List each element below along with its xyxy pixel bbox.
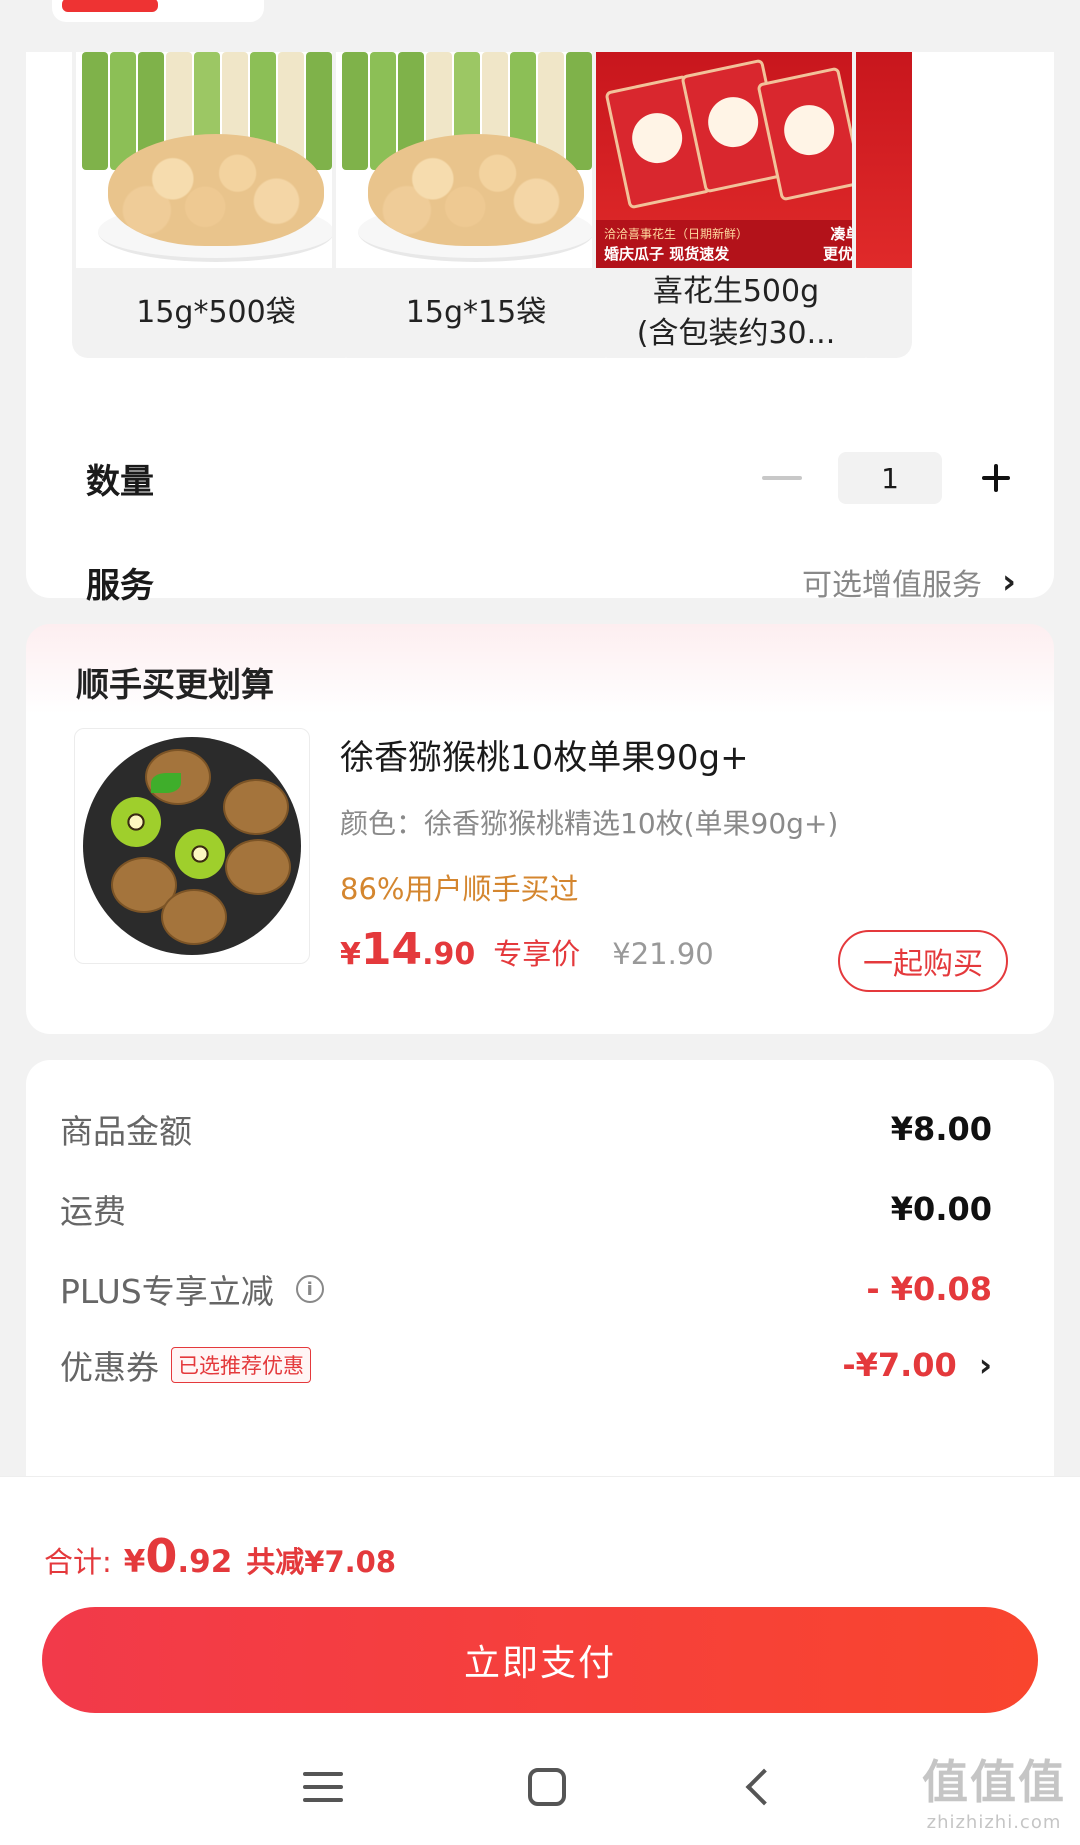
checkout-page: 15g*500袋 15g*15袋 洽洽喜事花生（日期新鲜） 婚庆瓜子 现货速发 … <box>0 0 1080 1845</box>
red-packs-image: 洽洽喜事花生（日期新鲜） 婚庆瓜子 现货速发 凑单 更优惠 <box>596 52 876 268</box>
service-value: 可选增值服务 <box>801 568 982 603</box>
coupon-row[interactable]: 优惠券 已选推荐优惠 -¥7.00 › <box>60 1340 992 1390</box>
goods-amount-row: 商品金额 ¥8.00 <box>60 1104 992 1154</box>
coupon-value: -¥7.00 <box>842 1346 957 1384</box>
quantity-value[interactable]: 1 <box>838 452 942 504</box>
store-logo <box>62 0 158 12</box>
sku-card: 15g*500袋 15g*15袋 洽洽喜事花生（日期新鲜） 婚庆瓜子 现货速发 … <box>26 52 1054 606</box>
back-icon[interactable] <box>745 1768 783 1806</box>
home-icon[interactable] <box>527 1768 566 1806</box>
checkout-bar: 合计: ¥ 0 .92 共减¥7.08 立即支付 值值值 zhizhizhi.c… <box>0 1476 1080 1845</box>
shipping-value: ¥0.00 <box>890 1190 992 1228</box>
store-badge <box>52 0 264 22</box>
total-symbol: ¥ <box>123 1544 146 1580</box>
price-int: 14 <box>360 924 423 975</box>
peanut-bags-image <box>336 52 616 268</box>
total-saved: 共减¥7.08 <box>246 1545 397 1579</box>
plus-discount-text: PLUS专享立减 <box>60 1272 274 1311</box>
recommend-title: 顺手买更划算 <box>76 665 274 704</box>
quantity-label: 数量 <box>86 461 154 502</box>
recommend-product-name[interactable]: 徐香猕猴桃10枚单果90g+ <box>340 730 749 779</box>
recent-apps-icon[interactable] <box>302 1772 343 1802</box>
watermark-sub: zhizhizhi.com <box>926 1812 1062 1833</box>
recommend-card: 顺手买更划算 徐香猕猴桃10枚单果90g+ 颜色：徐香猕猴桃精选10枚(单果90… <box>26 624 1054 1034</box>
plus-discount-value: - ¥0.08 <box>866 1270 992 1308</box>
coupon-text: 优惠券 <box>60 1348 159 1387</box>
recommend-price: ¥ 14 .90 专享价 ¥21.90 <box>340 924 714 975</box>
sku-option-15[interactable]: 15g*15袋 <box>332 52 620 358</box>
total-int: 0 <box>145 1529 178 1583</box>
total-row: 合计: ¥ 0 .92 共减¥7.08 <box>44 1529 396 1583</box>
recommend-color: 颜色：徐香猕猴桃精选10枚(单果90g+) <box>340 807 839 840</box>
shipping-label: 运费 <box>60 1192 126 1231</box>
sku-label: 喜花生500g (含包装约30... <box>636 274 836 351</box>
sku-option-500[interactable]: 15g*500袋 <box>72 52 360 358</box>
plus-icon[interactable] <box>976 458 1016 498</box>
price-dec: .90 <box>422 937 476 972</box>
sku-label: 15g*15袋 <box>405 295 547 330</box>
peanut-bags-image <box>76 52 356 268</box>
recommend-bought: 86%用户顺手买过 <box>340 872 579 906</box>
chevron-right-icon: › <box>978 1346 992 1384</box>
plus-discount-label: PLUS专享立减 i <box>60 1265 324 1313</box>
shipping-row: 运费 ¥0.00 <box>60 1184 992 1234</box>
service-row[interactable]: 服务 可选增值服务 › <box>86 554 1016 610</box>
promo-banner: 洽洽喜事花生（日期新鲜） 婚庆瓜子 现货速发 凑单 更优惠 <box>596 220 876 268</box>
goods-amount-value: ¥8.00 <box>890 1110 992 1148</box>
plus-discount-row: PLUS专享立减 i - ¥0.08 <box>60 1264 992 1314</box>
coupon-tag: 已选推荐优惠 <box>171 1347 311 1383</box>
quantity-stepper: 1 <box>762 452 1016 504</box>
partial-sku-image <box>856 52 912 268</box>
pay-now-button[interactable]: 立即支付 <box>42 1607 1038 1713</box>
price-tag: 专享价 <box>493 937 581 971</box>
goods-amount-label: 商品金额 <box>60 1112 192 1151</box>
original-price: ¥21.90 <box>612 937 714 971</box>
summary-card: 商品金额 ¥8.00 运费 ¥0.00 PLUS专享立减 i - ¥0.08 优… <box>26 1060 1054 1480</box>
watermark-main: 值值值 <box>922 1755 1066 1809</box>
total-label: 合计: <box>44 1545 112 1579</box>
sku-option-partial[interactable] <box>852 52 912 358</box>
system-nav-bar <box>0 1747 1080 1827</box>
service-label: 服务 <box>86 565 154 606</box>
sku-option-xihuasheng[interactable]: 洽洽喜事花生（日期新鲜） 婚庆瓜子 现货速发 凑单 更优惠 喜花生500g (含… <box>592 52 880 358</box>
kiwi-image[interactable] <box>74 728 310 964</box>
info-icon[interactable]: i <box>295 1275 324 1303</box>
quantity-row: 数量 1 <box>86 450 1016 506</box>
coupon-label: 优惠券 已选推荐优惠 <box>60 1341 311 1389</box>
minus-icon[interactable] <box>762 476 802 480</box>
chevron-right-icon: › <box>1001 562 1016 602</box>
sku-label: 15g*500袋 <box>136 295 296 330</box>
price-symbol: ¥ <box>340 937 361 972</box>
total-dec: .92 <box>177 1544 233 1580</box>
sku-options: 15g*500袋 15g*15袋 洽洽喜事花生（日期新鲜） 婚庆瓜子 现货速发 … <box>72 52 1032 360</box>
watermark: 值值值 zhizhizhi.com <box>922 1746 1066 1833</box>
buy-together-button[interactable]: 一起购买 <box>838 930 1008 992</box>
